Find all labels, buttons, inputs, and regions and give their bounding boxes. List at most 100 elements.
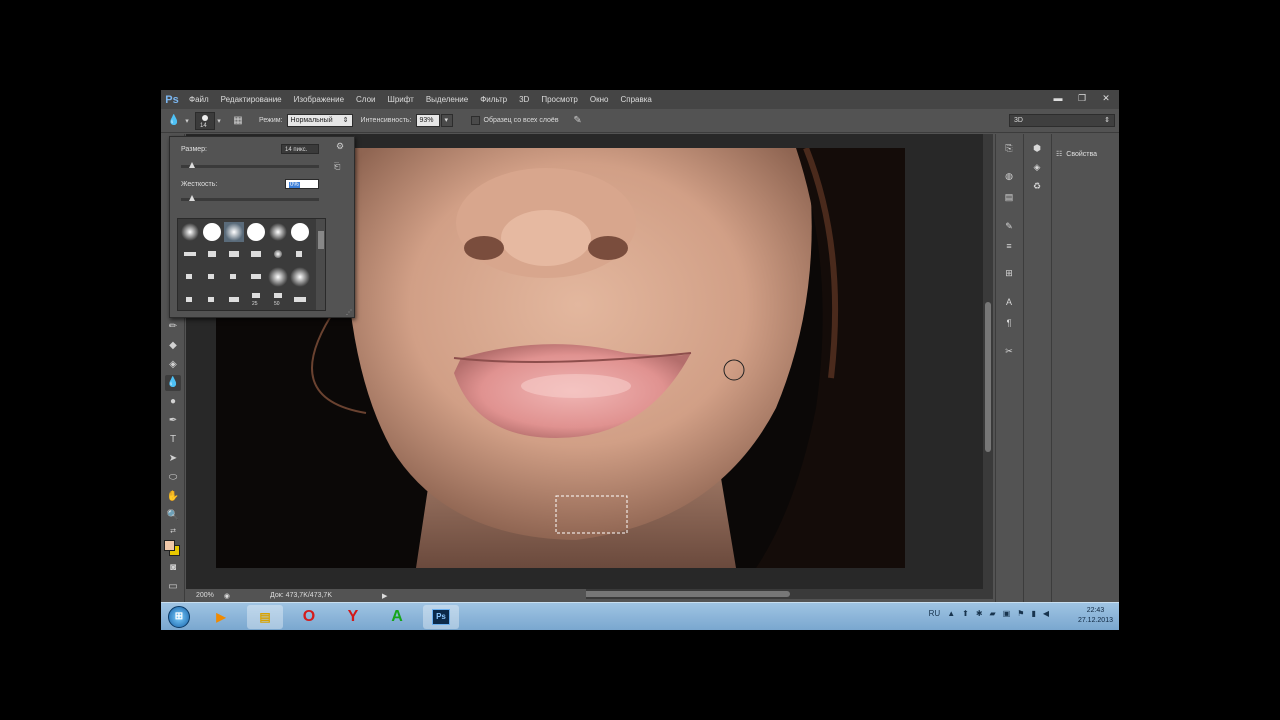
intensity-dropdown-icon[interactable]: ▾ — [440, 114, 453, 127]
tool-presets-icon[interactable]: ✂ — [1001, 343, 1017, 359]
preset-small[interactable] — [202, 267, 222, 287]
preset-scrollbar[interactable] — [316, 219, 325, 310]
clone-source-icon[interactable]: ⊞ — [1001, 265, 1017, 281]
menu-view[interactable]: Просмотр — [535, 90, 584, 109]
preset-hard-round-2[interactable] — [246, 222, 266, 242]
pen-tool-icon[interactable]: ✒ — [165, 413, 181, 429]
size-input[interactable]: 14 пикс. — [281, 144, 319, 154]
menu-layers[interactable]: Слои — [350, 90, 381, 109]
hardness-slider[interactable] — [181, 195, 319, 201]
blur-tool-icon[interactable]: 💧 — [165, 375, 181, 391]
vertical-scrollbar[interactable] — [983, 134, 993, 589]
path-selection-tool-icon[interactable]: ➤ — [165, 451, 181, 467]
device-icon[interactable]: ▣ — [1003, 609, 1011, 618]
preset-small[interactable] — [246, 267, 266, 287]
brush-tool-icon[interactable]: ✏ — [165, 319, 181, 335]
mode-select[interactable]: Нормальный ⇕ — [286, 114, 353, 127]
menu-image[interactable]: Изображение — [288, 90, 350, 109]
properties-tab[interactable]: ☷ Свойства — [1056, 150, 1097, 159]
eraser-tool-icon[interactable]: ◆ — [165, 338, 181, 354]
menu-edit[interactable]: Редактирование — [215, 90, 288, 109]
volume-icon[interactable]: ◀ — [1043, 609, 1049, 618]
pressure-brush-icon[interactable]: ✎ — [569, 112, 587, 130]
folder-tray-icon[interactable]: ▰ — [990, 609, 996, 618]
horizontal-scroll-thumb[interactable] — [574, 591, 790, 597]
flag-icon[interactable]: ⚑ — [1017, 609, 1024, 618]
3d-panel-icon[interactable]: ⬢ — [1029, 140, 1045, 156]
preset-scroll-thumb[interactable] — [318, 231, 324, 249]
menu-3d[interactable]: 3D — [513, 90, 535, 109]
explorer-icon[interactable]: ▤ — [247, 605, 283, 629]
preset-pressure[interactable] — [268, 245, 288, 265]
restore-button[interactable]: ❐ — [1075, 92, 1089, 105]
preset-pressure[interactable] — [202, 245, 222, 265]
hardness-input[interactable]: 0% — [285, 179, 319, 189]
zoom-level[interactable]: 200% — [196, 592, 214, 599]
swap-colors-icon[interactable]: ⇄ — [165, 524, 181, 540]
app-a-icon[interactable]: A — [379, 605, 415, 629]
status-menu-arrow-icon[interactable]: ▶ — [382, 592, 387, 600]
preset-soft-large[interactable] — [290, 267, 310, 287]
size-slider-thumb[interactable] — [189, 162, 196, 168]
character-panel-icon[interactable]: A — [1001, 294, 1017, 310]
workspace-select[interactable]: 3D ⇕ — [1009, 114, 1115, 127]
blur-tool-icon[interactable]: 💧 — [165, 112, 183, 130]
history-panel-icon[interactable]: ⎘ — [1001, 140, 1017, 156]
preset-25[interactable]: 25 — [246, 291, 266, 310]
media-player-icon[interactable]: ▶ — [203, 605, 239, 629]
channels-panel-icon[interactable]: ▤ — [1001, 189, 1017, 205]
tray-app-icon[interactable]: ⬆ — [962, 609, 969, 618]
preset-small[interactable] — [180, 267, 200, 287]
sample-all-layers-checkbox[interactable] — [470, 116, 480, 125]
preset-small[interactable] — [224, 267, 244, 287]
preset-50[interactable]: 50 — [268, 291, 288, 310]
vertical-scroll-thumb[interactable] — [985, 302, 991, 452]
preset-soft-large[interactable] — [268, 267, 288, 287]
dodge-tool-icon[interactable]: ● — [165, 394, 181, 410]
resize-grip-icon[interactable]: ⋰ — [346, 309, 352, 316]
photoshop-taskbar-item[interactable]: Ps — [423, 605, 459, 629]
preset-soft-round[interactable] — [180, 222, 200, 242]
menu-file[interactable]: Файл — [183, 90, 215, 109]
menu-type[interactable]: Шрифт — [381, 90, 419, 109]
preset-pressure[interactable] — [180, 245, 200, 265]
start-button[interactable]: ⊞ — [164, 605, 194, 629]
layers-panel-icon[interactable]: ◈ — [1029, 159, 1045, 175]
size-slider[interactable] — [181, 162, 319, 168]
preset-pressure[interactable] — [246, 245, 266, 265]
menu-window[interactable]: Окно — [584, 90, 615, 109]
menu-help[interactable]: Справка — [614, 90, 657, 109]
minimize-button[interactable]: ▬ — [1051, 92, 1065, 105]
status-info-icon[interactable]: ◉ — [224, 592, 230, 600]
brush-picker-arrow-icon[interactable]: ▾ — [215, 112, 223, 130]
new-preset-icon[interactable]: ⎗ — [334, 162, 340, 172]
menu-filter[interactable]: Фильтр — [474, 90, 513, 109]
paint-bucket-tool-icon[interactable]: ◈ — [165, 357, 181, 373]
gear-icon[interactable]: ⚙ — [336, 141, 344, 152]
paragraph-panel-icon[interactable]: ¶ — [1001, 315, 1017, 331]
preset-soft-round-2[interactable] — [268, 222, 288, 242]
foreground-color-swatch[interactable] — [164, 540, 175, 551]
adjustments-panel-icon[interactable]: ♻ — [1029, 178, 1045, 194]
opera-icon[interactable]: O — [291, 605, 327, 629]
preset-hard-round[interactable] — [202, 222, 222, 242]
preset-pressure[interactable] — [290, 245, 310, 265]
bluetooth-icon[interactable]: ✱ — [976, 609, 983, 618]
network-icon[interactable]: ▮ — [1031, 609, 1035, 618]
preset-hard-round-3[interactable] — [290, 222, 310, 242]
menu-select[interactable]: Выделение — [420, 90, 474, 109]
preset-bristle[interactable] — [180, 291, 200, 310]
zoom-tool-icon[interactable]: 🔍 — [165, 508, 181, 524]
close-button[interactable]: ✕ — [1099, 92, 1113, 105]
quick-mask-icon[interactable]: ◙ — [165, 560, 181, 576]
screen-mode-icon[interactable]: ▭ — [165, 579, 181, 595]
brush-panel-toggle-icon[interactable]: ▦ — [229, 112, 247, 130]
hardness-slider-thumb[interactable] — [189, 195, 195, 201]
intensity-input[interactable]: 93% — [415, 114, 440, 127]
language-indicator[interactable]: RU — [929, 609, 941, 618]
brush-preset-picker[interactable]: 14 — [195, 111, 215, 130]
hand-tool-icon[interactable]: ✋ — [165, 489, 181, 505]
preset-pressure[interactable] — [224, 245, 244, 265]
yandex-browser-icon[interactable]: Y — [335, 605, 371, 629]
ellipse-tool-icon[interactable]: ⬭ — [165, 470, 181, 486]
